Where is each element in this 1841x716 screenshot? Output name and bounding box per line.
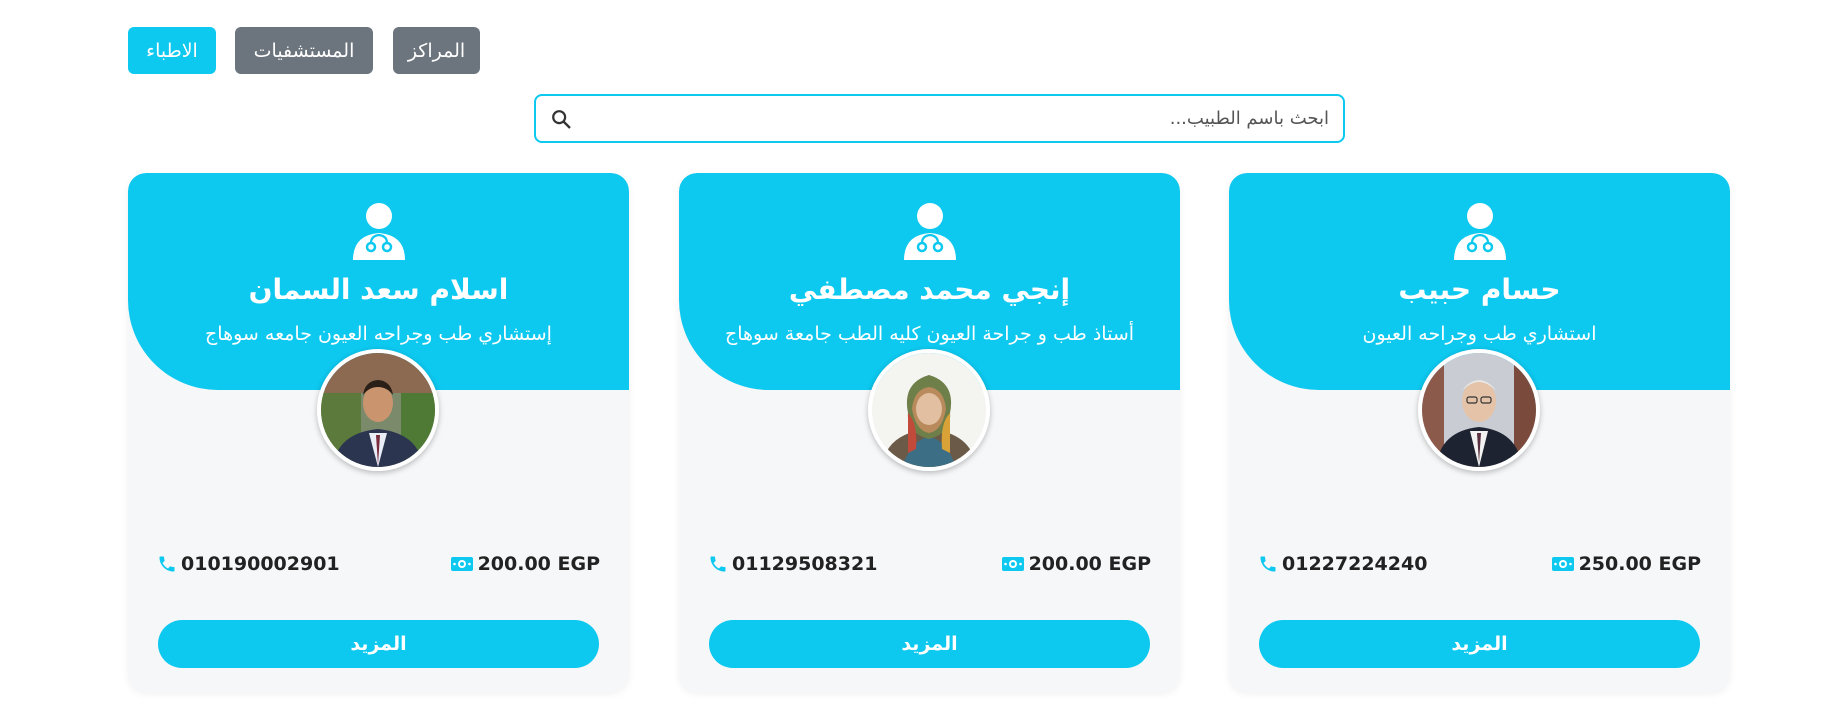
phone-number: 01227224240 xyxy=(1282,553,1428,575)
doctor-title: إستشاري طب وجراحه العيون جامعه سوهاج xyxy=(205,323,552,345)
more-button[interactable]: المزيد xyxy=(709,620,1150,668)
phone-icon xyxy=(157,554,177,574)
avatar xyxy=(1418,349,1540,471)
price-value: 200.00 EGP xyxy=(1028,553,1151,575)
money-icon xyxy=(450,555,474,573)
doctor-title: أستاذ طب و جراحة العيون كليه الطب جامعة … xyxy=(724,323,1135,345)
phone-info: 010190002901 xyxy=(157,553,340,575)
phone-info: 01227224240 xyxy=(1258,553,1427,575)
money-icon xyxy=(1001,555,1025,573)
avatar xyxy=(317,349,439,471)
more-button[interactable]: المزيد xyxy=(1259,620,1700,668)
price-value: 250.00 EGP xyxy=(1578,553,1701,575)
doctor-name: حسام حبيب xyxy=(1398,273,1561,306)
price-info: 200.00 EGP xyxy=(1001,553,1151,575)
search-icon[interactable] xyxy=(550,108,572,130)
phone-info: 01129508321 xyxy=(708,553,877,575)
doctor-card: إنجي محمد مصطفي أستاذ طب و جراحة العيون … xyxy=(679,173,1180,692)
more-button[interactable]: المزيد xyxy=(158,620,599,668)
avatar xyxy=(868,349,990,471)
phone-icon xyxy=(708,554,728,574)
price-info: 250.00 EGP xyxy=(1551,553,1701,575)
doctor-name: إنجي محمد مصطفي xyxy=(788,273,1071,306)
phone-number: 01129508321 xyxy=(732,553,878,575)
price-value: 200.00 EGP xyxy=(477,553,600,575)
doctor-icon xyxy=(1452,202,1508,262)
phone-icon xyxy=(1258,554,1278,574)
doctor-card: حسام حبيب استشاري طب وجراحه العيون 01227… xyxy=(1229,173,1730,692)
doctor-card: اسلام سعد السمان إستشاري طب وجراحه العيو… xyxy=(128,173,629,692)
search-input[interactable] xyxy=(586,96,1329,141)
doctor-icon xyxy=(351,202,407,262)
phone-number: 010190002901 xyxy=(181,553,340,575)
tab-doctors[interactable]: الاطباء xyxy=(128,27,216,74)
search-box xyxy=(534,94,1345,143)
doctor-icon xyxy=(902,202,958,262)
price-info: 200.00 EGP xyxy=(450,553,600,575)
money-icon xyxy=(1551,555,1575,573)
tab-hospitals[interactable]: المستشفيات xyxy=(235,27,373,74)
doctor-title: استشاري طب وجراحه العيون xyxy=(1362,323,1597,345)
tab-centers[interactable]: المراكز xyxy=(393,27,480,74)
doctor-name: اسلام سعد السمان xyxy=(248,273,509,306)
